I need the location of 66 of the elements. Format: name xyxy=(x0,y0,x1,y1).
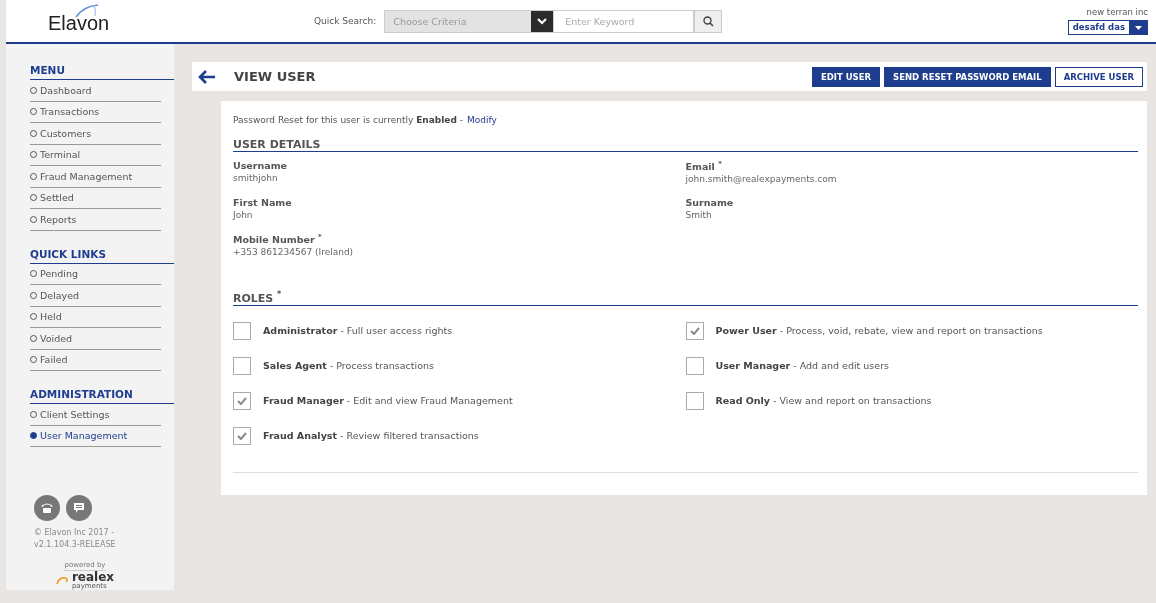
keyword-field[interactable]: Enter Keyword xyxy=(554,9,695,33)
chevron-down-icon xyxy=(537,17,548,25)
action-button[interactable]: SEND RESET PASSWORD EMAIL xyxy=(884,66,1051,87)
role-label: Sales Agent - Process transactions xyxy=(263,360,434,372)
sidebar-item[interactable]: Voided xyxy=(30,328,161,350)
section-heading: ROLES $^{*}$ xyxy=(233,290,1138,306)
field-label: Email $^{*}$ xyxy=(685,160,723,173)
sidebar-item[interactable]: Fraud Management xyxy=(30,166,161,188)
field-value: +353 861234567 (Ireland) xyxy=(233,247,355,258)
role-label: Read Only - View and report on transactions xyxy=(715,395,932,407)
user-menu-button[interactable]: desafd das xyxy=(1067,20,1148,35)
checkbox[interactable] xyxy=(685,391,704,410)
sidebar-item[interactable]: Customers xyxy=(30,123,161,145)
section-heading: ADMINISTRATION xyxy=(30,388,174,404)
sidebar-item[interactable]: User Management xyxy=(30,425,161,447)
phone-icon[interactable] xyxy=(34,495,60,521)
field-value: smithjohn xyxy=(233,173,279,183)
section-heading: QUICK LINKS xyxy=(30,247,174,264)
checkmark-icon xyxy=(689,326,700,335)
bullet-icon xyxy=(30,432,37,440)
action-button[interactable]: EDIT USER xyxy=(811,66,881,87)
role-label: User Manager - Add and edit users xyxy=(715,360,889,372)
sidebar-item[interactable]: Settled xyxy=(30,187,161,209)
checkbox[interactable] xyxy=(685,321,704,340)
sidebar-item[interactable]: Client Settings xyxy=(30,404,161,426)
role-label: Power User - Process, void, rebate, view and report on transactions xyxy=(715,325,1043,337)
role-label: Fraud Analyst - Review filtered transactions xyxy=(263,430,479,442)
password-reset-notice: Password Reset for this user is currently Enabled - xyxy=(233,115,463,125)
search-button[interactable] xyxy=(694,9,723,33)
back-arrow-icon[interactable] xyxy=(198,69,216,84)
section-heading: MENU xyxy=(30,64,174,80)
sidebar-item[interactable]: Reports xyxy=(30,209,161,231)
caret-icon xyxy=(1134,25,1142,30)
field-label: First Name xyxy=(233,197,293,209)
field-label: Surname xyxy=(685,197,735,209)
sidebar-item[interactable]: Terminal xyxy=(30,144,161,166)
chat-icon[interactable] xyxy=(66,495,92,521)
section-heading: USER DETAILS xyxy=(233,138,1138,152)
quick-search-label: Quick Search: xyxy=(314,16,377,26)
role-label: Fraud Manager - Edit and view Fraud Management xyxy=(263,395,513,407)
modify-link[interactable]: Modify xyxy=(466,115,497,125)
field-value: Smith xyxy=(685,210,713,221)
field-label: Mobile Number $^{*}$ xyxy=(233,233,323,246)
company-name: new terran inc xyxy=(1086,7,1148,17)
checkmark-icon xyxy=(237,431,247,440)
field-value: john.smith@realexpayments.com xyxy=(685,174,838,185)
sidebar-item[interactable]: Failed xyxy=(30,349,161,371)
checkbox[interactable] xyxy=(685,356,704,375)
checkbox[interactable] xyxy=(233,321,251,340)
field-value: John xyxy=(233,210,254,221)
copyright-text: © Elavon Inc 2017 - v2.1.104.3-RELEASE xyxy=(33,527,117,551)
checkbox[interactable] xyxy=(233,356,251,375)
sidebar-item[interactable]: Dashboard xyxy=(30,80,161,102)
sidebar-item[interactable]: Delayed xyxy=(30,285,161,307)
logo: Elavon xyxy=(48,7,314,35)
field-label: Username xyxy=(233,160,288,171)
action-button[interactable]: ARCHIVE USER xyxy=(1054,66,1143,87)
sidebar-item[interactable]: Pending xyxy=(30,263,161,285)
role-label: Administrator - Full user access rights xyxy=(263,325,453,337)
checkbox[interactable] xyxy=(233,426,251,445)
sidebar-item[interactable]: Transactions xyxy=(30,101,161,123)
checkbox[interactable] xyxy=(233,391,251,410)
search-icon xyxy=(702,15,714,27)
checkmark-icon xyxy=(237,396,247,405)
page-title: VIEW USER xyxy=(234,69,316,84)
sidebar-item[interactable]: Held xyxy=(30,306,161,328)
